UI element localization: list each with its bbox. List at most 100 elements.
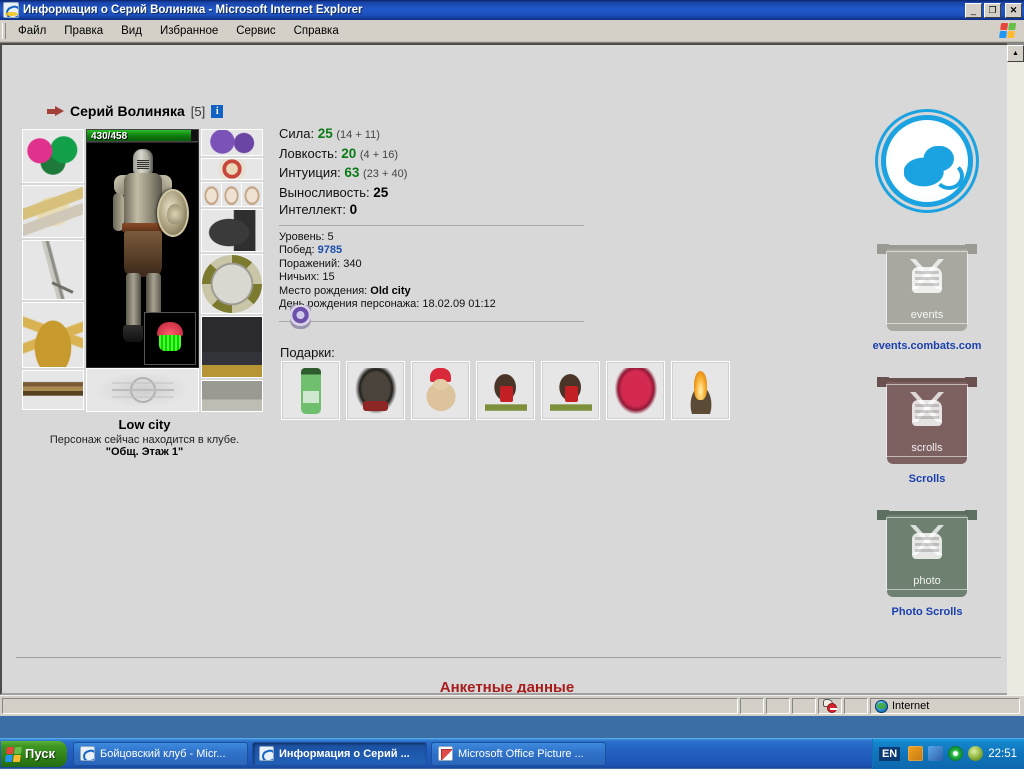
status-slot-2: [766, 698, 790, 714]
status-slot-4: [818, 698, 842, 714]
teddy-bear-santa-icon: [420, 368, 462, 414]
taskbar-item-character-info[interactable]: Информация о Серий ...: [252, 742, 427, 766]
banner-link-events[interactable]: events.combats.com: [857, 340, 997, 352]
slot-gray-boots[interactable]: [201, 380, 263, 412]
slot-jester-hat[interactable]: [22, 129, 84, 183]
gift-item[interactable]: [281, 361, 340, 420]
slot-curved-sword[interactable]: [22, 240, 84, 300]
status-bar: Internet: [0, 695, 1024, 716]
language-indicator[interactable]: EN: [879, 747, 900, 761]
slot-leather-belt[interactable]: [22, 370, 84, 410]
gift-item[interactable]: [346, 361, 405, 420]
stat-row: Сила: 25 (14 + 11): [279, 125, 589, 145]
title-bar: Информация о Серий Волиняка - Microsoft …: [0, 0, 1024, 20]
scroll-up-button[interactable]: ▲: [1007, 45, 1024, 62]
gift-item[interactable]: [411, 361, 470, 420]
location-club: "Общ. Этаж 1": [22, 446, 267, 458]
gift-item[interactable]: [671, 361, 730, 420]
scroll-track[interactable]: [1007, 62, 1024, 695]
banner-link-scrolls[interactable]: Scrolls: [857, 473, 997, 485]
vertical-scrollbar[interactable]: ▲: [1007, 43, 1024, 695]
menu-item-help[interactable]: Справка: [285, 22, 348, 40]
stat-breakdown: (14 + 11): [336, 129, 380, 141]
clan-sign-icon[interactable]: [290, 305, 311, 329]
location-block: Low city Персонаж сейчас находится в клу…: [22, 417, 267, 458]
banner-link-photo-scrolls[interactable]: Photo Scrolls: [857, 606, 997, 618]
slot-black-gloves[interactable]: [201, 209, 263, 252]
taskbar-item-picture-manager[interactable]: Microsoft Office Picture ...: [431, 742, 606, 766]
minimize-button[interactable]: _: [965, 3, 982, 18]
ie-icon: [259, 746, 274, 761]
slot-purple-bombs[interactable]: [201, 129, 263, 156]
equipment-right-column: [201, 129, 263, 412]
dark-pants-icon: [202, 317, 262, 377]
banner-photo-scrolls[interactable]: photo Photo Scrolls: [857, 507, 997, 618]
rocking-horse-icon: [485, 368, 527, 414]
taskbar-item-combats[interactable]: Бойцовский клуб - Micr...: [73, 742, 248, 766]
banner-events[interactable]: events events.combats.com: [857, 241, 997, 352]
meta-wins: Побед: 9785: [279, 244, 589, 258]
menu-item-view[interactable]: Вид: [112, 22, 151, 40]
banner-scrolls[interactable]: scrolls Scrolls: [857, 374, 997, 485]
meta-value: 9785: [318, 244, 342, 256]
gift-item[interactable]: [606, 361, 665, 420]
stat-label: Выносливость:: [279, 185, 370, 200]
browser-window: Информация о Серий Волиняка - Microsoft …: [0, 0, 1024, 716]
stat-label: Интеллект:: [279, 202, 346, 217]
meta-value: 18.02.09 01:12: [422, 298, 495, 310]
leather-belt-icon: [23, 371, 83, 409]
character-header: Серий Волиняка [5] i: [47, 103, 223, 119]
info-icon[interactable]: i: [211, 105, 223, 118]
menu-item-tools[interactable]: Сервис: [227, 22, 284, 40]
start-button[interactable]: Пуск: [1, 741, 67, 767]
meta-level: Уровень: 5: [279, 231, 589, 245]
content-area: Серий Волиняка [5] i: [0, 42, 1024, 695]
menu-item-edit[interactable]: Правка: [55, 22, 112, 40]
tray-icon-antivirus[interactable]: [948, 746, 963, 761]
slot-round-shield[interactable]: [201, 254, 263, 314]
scrolls-banner-icon: scrolls: [877, 374, 977, 469]
meta-value: 15: [322, 271, 334, 283]
slot-amulet[interactable]: [201, 158, 263, 181]
potion-icon-1: [202, 183, 222, 206]
stat-value: 63: [344, 165, 359, 180]
meta-label: Поражений:: [279, 258, 340, 270]
internet-explorer-icon: [3, 2, 19, 18]
taskbar-item-label: Информация о Серий ...: [279, 748, 410, 760]
taskbar-item-label: Бойцовский клуб - Micr...: [100, 748, 226, 760]
slot-gold-rings[interactable]: [22, 185, 84, 238]
tray-icon-network-share[interactable]: [908, 746, 923, 761]
meta-value: 340: [343, 258, 361, 270]
slot-dark-pants[interactable]: [201, 316, 263, 378]
amulet-icon: [202, 159, 262, 180]
menu-bar: Файл Правка Вид Избранное Сервис Справка: [0, 20, 1024, 42]
windows-logo-icon: [995, 21, 1021, 41]
character-name: Серий Волиняка: [70, 103, 185, 119]
gift-item[interactable]: [476, 361, 535, 420]
menu-grip[interactable]: [2, 23, 6, 39]
restore-button[interactable]: ❐: [984, 3, 1001, 18]
close-button[interactable]: ✕: [1005, 3, 1022, 18]
slot-potions[interactable]: [201, 182, 263, 207]
meta-divider: [279, 321, 584, 322]
blocked-popup-icon[interactable]: [823, 699, 837, 713]
menu-item-favorites[interactable]: Избранное: [151, 22, 227, 40]
clock[interactable]: 22:51: [988, 748, 1017, 760]
clan-emblem-icon: [95, 372, 190, 408]
character-level: [5]: [191, 104, 205, 119]
tray-icon-media[interactable]: [968, 746, 983, 761]
status-slot-3: [792, 698, 816, 714]
meta-label: Место рождения:: [279, 285, 367, 297]
tray-icon-network[interactable]: [928, 746, 943, 761]
right-sidebar: events events.combats.com scrolls Scroll: [857, 115, 997, 640]
security-zone[interactable]: Internet: [870, 698, 1020, 714]
banner-word: scrolls: [911, 442, 942, 454]
slot-horned-armor[interactable]: [22, 302, 84, 368]
stat-label: Сила:: [279, 126, 314, 141]
combats-logo-icon[interactable]: [881, 115, 973, 207]
gift-item[interactable]: [541, 361, 600, 420]
menu-item-file[interactable]: Файл: [9, 22, 55, 40]
stat-row: Интеллект: 0: [279, 201, 589, 219]
location-note: Персонаж сейчас находится в клубе.: [22, 434, 267, 446]
rocking-horse-icon: [550, 368, 592, 414]
